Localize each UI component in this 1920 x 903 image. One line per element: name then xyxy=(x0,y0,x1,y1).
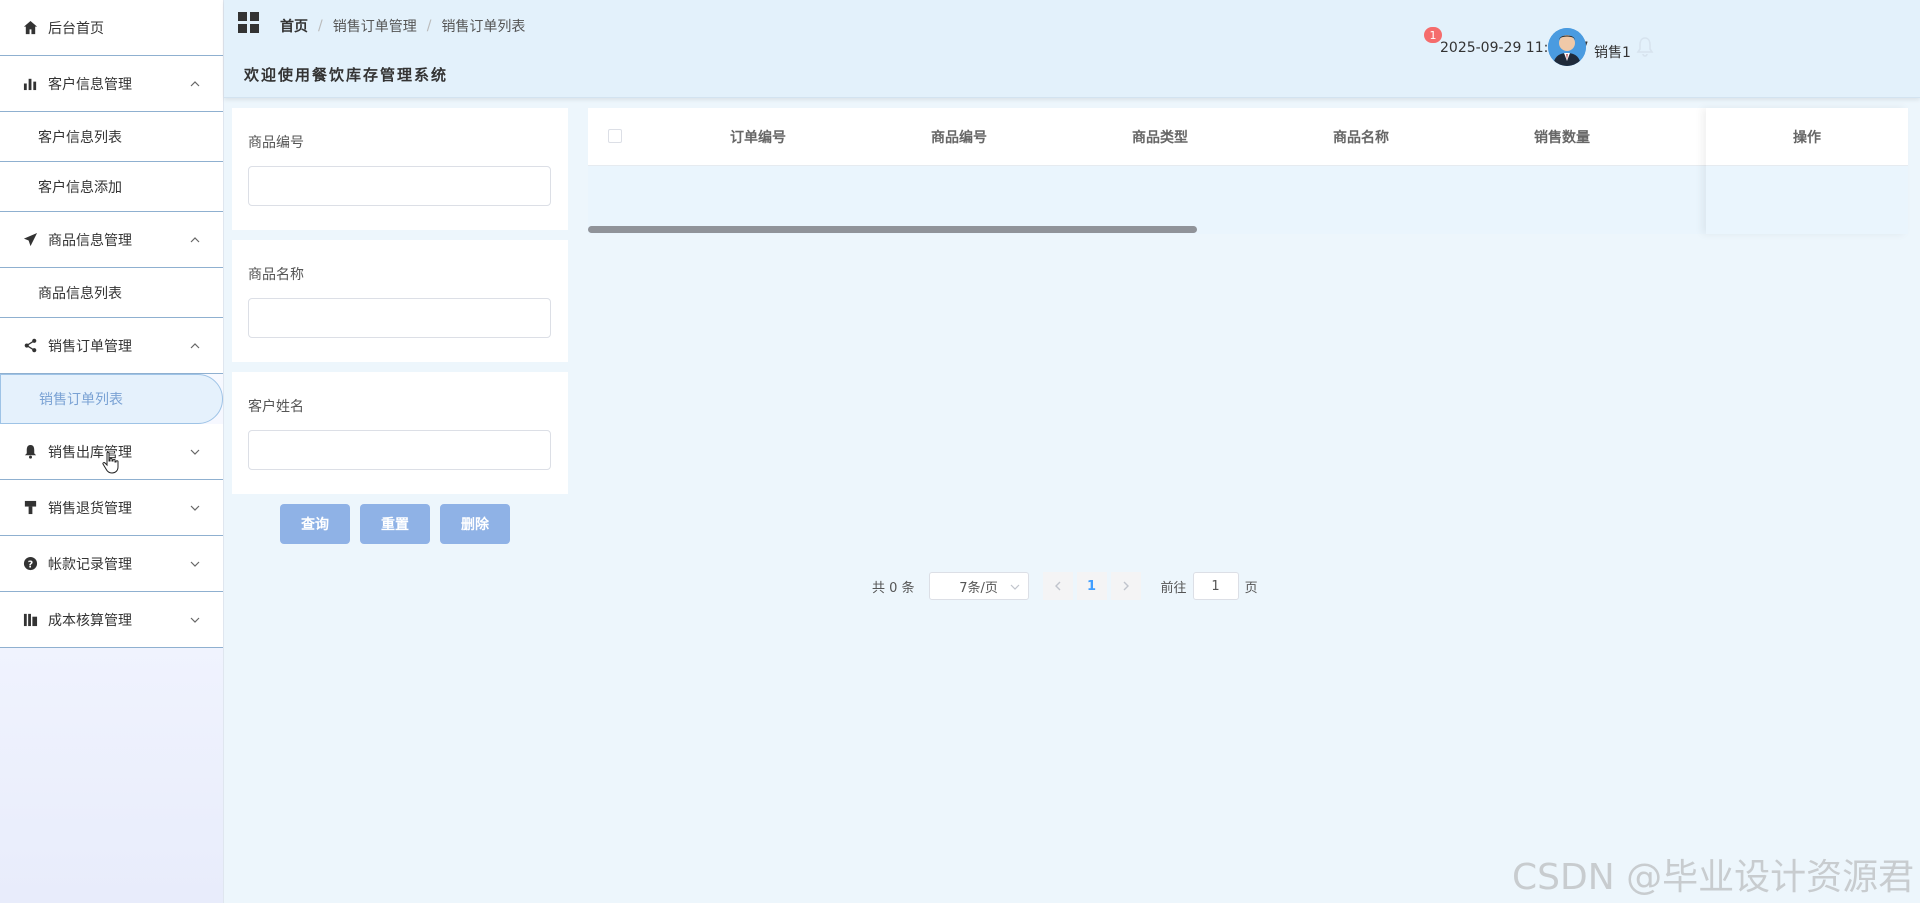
pagination: 共 0 条 7条/页 1 前往 1 页 xyxy=(872,572,1258,600)
product-code-input[interactable] xyxy=(248,166,551,206)
sidebar-item-label: 销售退货管理 xyxy=(48,500,132,517)
avatar[interactable] xyxy=(1548,28,1586,66)
pagination-total: 共 0 条 xyxy=(872,580,915,596)
column-header-order-code[interactable]: 订单编号 xyxy=(688,108,828,166)
breadcrumb: 首页 / 销售订单管理 / 销售订单列表 xyxy=(280,16,525,36)
chevron-down-icon xyxy=(190,617,200,623)
goto-label: 前往 xyxy=(1160,580,1187,596)
columns-icon xyxy=(22,612,38,628)
chevron-down-icon xyxy=(1010,584,1019,590)
question-icon: ? xyxy=(22,556,38,572)
sidebar-item-label: 帐款记录管理 xyxy=(48,556,132,573)
query-button[interactable]: 查询 xyxy=(280,504,350,544)
bar-chart-icon xyxy=(22,76,38,92)
sales-order-table: 订单编号 商品编号 商品类型 商品名称 销售数量 操作 xyxy=(588,108,1908,234)
column-header-action: 操作 xyxy=(1706,108,1908,166)
sidebar-subitem-customer-add[interactable]: 客户信息添加 xyxy=(0,162,223,212)
top-header: 首页 / 销售订单管理 / 销售订单列表 欢迎使用餐饮库存管理系统 2025-0… xyxy=(224,0,1920,98)
chevron-down-icon xyxy=(190,449,200,455)
chevron-up-icon xyxy=(190,80,200,86)
field-label: 商品编号 xyxy=(248,135,304,151)
share-icon xyxy=(22,338,38,354)
watermark: CSDN @毕业设计资源君 xyxy=(1512,857,1915,898)
breadcrumb-home[interactable]: 首页 xyxy=(280,16,308,36)
prev-page-button[interactable] xyxy=(1042,572,1073,600)
notification-badge: 1 xyxy=(1424,27,1442,43)
goto-page-input[interactable]: 1 xyxy=(1192,572,1239,600)
product-name-input[interactable] xyxy=(248,298,551,338)
sidebar-item-sales-order-management[interactable]: 销售订单管理 xyxy=(0,318,223,374)
reset-button[interactable]: 重置 xyxy=(360,504,430,544)
sidebar-item-product-management[interactable]: 商品信息管理 xyxy=(0,212,223,268)
brush-icon xyxy=(22,500,38,516)
sidebar-item-label: 后台首页 xyxy=(48,20,104,37)
delete-button[interactable]: 删除 xyxy=(440,504,510,544)
notification-bell-icon[interactable] xyxy=(1634,36,1656,58)
sidebar-item-account-records-management[interactable]: ? 帐款记录管理 xyxy=(0,536,223,592)
column-header-product-type[interactable]: 商品类型 xyxy=(1090,108,1230,166)
search-field-customer-name: 客户姓名 xyxy=(232,372,568,494)
page-number-current[interactable]: 1 xyxy=(1076,572,1107,600)
select-all-checkbox[interactable] xyxy=(608,129,622,143)
paper-plane-icon xyxy=(22,232,38,248)
sidebar-item-label: 成本核算管理 xyxy=(48,612,132,629)
chevron-down-icon xyxy=(190,561,200,567)
sidebar-subitem-customer-list[interactable]: 客户信息列表 xyxy=(0,112,223,162)
svg-text:?: ? xyxy=(27,559,32,570)
chevron-up-icon xyxy=(190,236,200,242)
sidebar-subitem-product-list[interactable]: 商品信息列表 xyxy=(0,268,223,318)
page-size-select[interactable]: 7条/页 xyxy=(928,572,1029,600)
column-header-product-code[interactable]: 商品编号 xyxy=(889,108,1029,166)
breadcrumb-separator: / xyxy=(426,18,432,34)
menu-toggle-icon[interactable] xyxy=(238,12,260,34)
search-field-product-name: 商品名称 xyxy=(232,240,568,362)
column-header-sales-quantity[interactable]: 销售数量 xyxy=(1492,108,1632,166)
sidebar-item-label: 客户信息管理 xyxy=(48,76,132,93)
chevron-left-icon xyxy=(1054,581,1061,591)
bell-icon xyxy=(22,444,38,460)
sidebar-item-home[interactable]: 后台首页 xyxy=(0,0,223,56)
sidebar-item-customer-management[interactable]: 客户信息管理 xyxy=(0,56,223,112)
chevron-right-icon xyxy=(1123,581,1129,591)
sidebar-item-cost-accounting-management[interactable]: 成本核算管理 xyxy=(0,592,223,648)
customer-name-input[interactable] xyxy=(248,430,551,470)
breadcrumb-current: 销售订单列表 xyxy=(441,19,526,35)
chevron-down-icon xyxy=(190,505,200,511)
search-field-product-code: 商品编号 xyxy=(232,108,568,230)
breadcrumb-separator: / xyxy=(318,18,323,34)
sidebar-item-label: 销售订单管理 xyxy=(48,338,132,355)
sidebar-subitem-sales-order-list[interactable]: 销售订单列表 xyxy=(0,374,223,424)
sidebar-item-sales-return-management[interactable]: 销售退货管理 xyxy=(0,480,223,536)
column-header-product-name[interactable]: 商品名称 xyxy=(1291,108,1431,166)
field-label: 商品名称 xyxy=(248,267,304,283)
mouse-cursor-icon xyxy=(102,452,119,474)
chevron-up-icon xyxy=(190,342,200,348)
sidebar-item-label: 商品信息管理 xyxy=(48,232,132,249)
home-icon xyxy=(22,20,38,36)
breadcrumb-section: 销售订单管理 xyxy=(332,19,417,35)
table-horizontal-scrollbar[interactable] xyxy=(588,226,1197,233)
fixed-action-column: 操作 xyxy=(1706,108,1908,234)
next-page-button[interactable] xyxy=(1110,572,1141,600)
username-label[interactable]: 销售1 xyxy=(1594,42,1631,62)
field-label: 客户姓名 xyxy=(248,399,304,415)
site-title: 欢迎使用餐饮库存管理系统 xyxy=(244,66,449,84)
page-unit-label: 页 xyxy=(1244,580,1258,596)
